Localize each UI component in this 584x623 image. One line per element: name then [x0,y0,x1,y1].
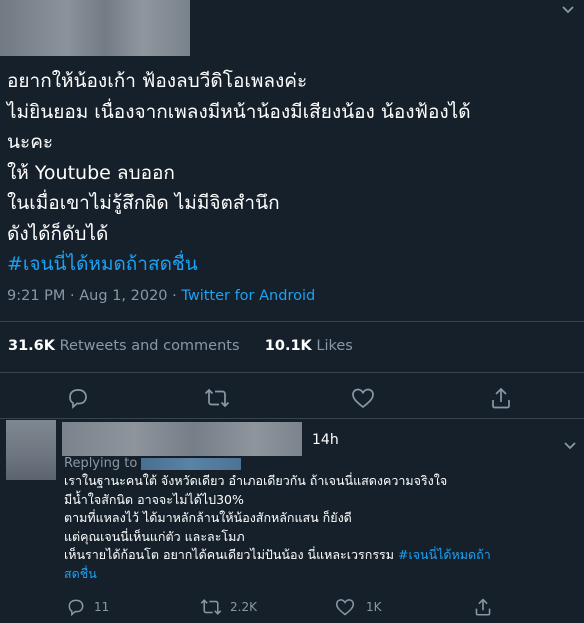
retweets-count: 31.6K [8,338,56,354]
tweet-line: ในเมื่อเขาไม่รู้สึกผิด ไม่มีจิตสำนึก [7,192,280,214]
chevron-down-icon[interactable] [563,436,577,455]
tweet-stats: 31.6K Retweets and comments 10.1K Likes [8,338,353,354]
tweet-line: ดังได้ก็ดับได้ [7,222,109,245]
tweet-line: นะคะ [7,131,54,153]
tweet-text: อยากให้น้องเก้า ฟ้องลบวีดิโอเพลงค่ะ ไม่ย… [7,66,577,280]
retweet-icon[interactable] [204,387,230,409]
retweet-count: 2.2K [230,600,257,614]
tweet-actions [0,386,584,412]
retweets-stat[interactable]: 31.6K Retweets and comments [8,338,240,354]
like-icon[interactable] [351,387,375,409]
reply-line: เราในฐานะคนใต้ จังหวัดเดียว อำเภอเดียวกั… [64,473,448,488]
reply-author-blurred[interactable] [62,422,302,456]
reply-actions: 11 2.2K 1K [0,596,584,618]
replying-to-label: Replying to [64,456,138,471]
tweet-source-link[interactable]: Twitter for Android [181,288,315,304]
reply-avatar-blurred[interactable] [6,420,56,480]
reply-hashtag-link-cont[interactable]: สดชื่น [64,565,569,584]
reply-line: มีน้ำใจสักนิด อาจจะไม่ได้ไป30% [64,491,244,507]
tweet-line: ไม่ยินยอม เนื่องจากเพลงมีหน้าน้องมีเสียง… [7,100,471,123]
tweet-line: อยากให้น้องเก้า ฟ้องลบวีดิโอเพลงค่ะ [7,70,308,92]
reply-count: 11 [94,600,110,614]
replying-to: Replying to [64,456,242,471]
reply-icon[interactable] [66,386,90,410]
divider [0,418,584,419]
likes-count: 10.1K [264,338,312,354]
share-icon[interactable] [490,386,512,410]
reply-line: ตามที่แหลงไว้ ได้มาหลักล้านให้น้องสักหลั… [64,510,352,525]
reply-time[interactable]: 14h [312,432,339,448]
retweet-icon[interactable] [200,597,222,617]
reply-last-text: เห็นรายได้ก้อนโต อยากได้คนเดียวไม่ปันน้อ… [64,547,398,562]
tweet-meta: 9:21 PM · Aug 1, 2020 · Twitter for Andr… [7,288,315,304]
divider [0,372,584,373]
like-count: 1K [366,600,382,614]
reply-icon[interactable] [66,597,86,617]
reply-line: แต่คุณเจนนี่เห็นแก่ตัว และละโมภ [64,528,245,544]
meta-separator: · [172,288,177,304]
meta-separator: · [70,288,75,304]
replying-to-handle-blurred[interactable] [141,457,242,470]
tweet-date[interactable]: Aug 1, 2020 [79,288,167,304]
hashtag-link[interactable]: #เจนนี่ได้หมดถ้าสดชื่น [7,249,577,280]
tweet-time[interactable]: 9:21 PM [7,288,65,304]
likes-stat[interactable]: 10.1K Likes [265,338,353,354]
reply-hashtag-link[interactable]: #เจนนี่ได้หมดถ้า [398,547,491,562]
retweets-label: Retweets and comments [59,338,240,354]
author-name-blurred[interactable] [0,0,190,56]
reply-text: เราในฐานะคนใต้ จังหวัดเดียว อำเภอเดียวกั… [64,472,569,583]
share-icon[interactable] [474,597,492,617]
like-icon[interactable] [335,597,355,617]
divider [0,321,584,322]
chevron-down-icon[interactable] [561,4,575,19]
tweet-line: ให้ Youtube ลบออก [7,161,175,184]
likes-label: Likes [316,338,353,354]
reply-line-last: เห็นรายได้ก้อนโต อยากได้คนเดียวไม่ปันน้อ… [64,546,569,565]
